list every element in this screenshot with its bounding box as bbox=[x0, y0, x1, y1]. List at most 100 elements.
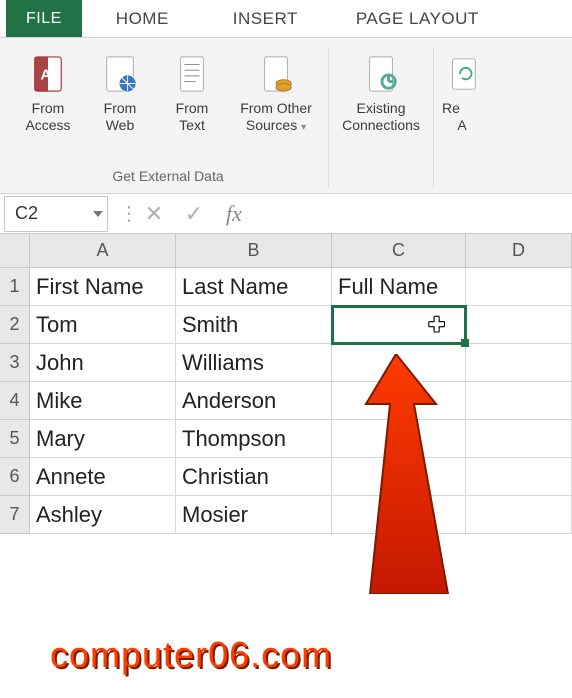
cell-b3[interactable]: Williams bbox=[176, 344, 332, 382]
column-header-a[interactable]: A bbox=[30, 234, 176, 268]
table-row: 1 First Name Last Name Full Name bbox=[0, 268, 572, 306]
table-row: 4 Mike Anderson bbox=[0, 382, 572, 420]
tab-file[interactable]: FILE bbox=[6, 0, 82, 37]
column-header-d[interactable]: D bbox=[466, 234, 572, 268]
table-row: 6 Annete Christian bbox=[0, 458, 572, 496]
existing-connections-icon bbox=[361, 52, 401, 96]
cell-d6[interactable] bbox=[466, 458, 572, 496]
dropdown-arrow-icon: ▾ bbox=[301, 122, 306, 133]
separator-icon: ⋮ bbox=[124, 201, 134, 226]
refresh-label2: A bbox=[457, 117, 466, 134]
table-row: 5 Mary Thompson bbox=[0, 420, 572, 458]
row-header-7[interactable]: 7 bbox=[0, 496, 30, 534]
watermark: computer06.com bbox=[50, 634, 332, 676]
from-access-label2: Access bbox=[25, 117, 70, 134]
chevron-down-icon[interactable] bbox=[93, 211, 103, 217]
rows-area: 1 First Name Last Name Full Name 2 Tom S… bbox=[0, 268, 572, 534]
table-row: 2 Tom Smith ✚ bbox=[0, 306, 572, 344]
refresh-all-button[interactable]: Re A bbox=[442, 48, 482, 134]
cell-a7[interactable]: Ashley bbox=[30, 496, 176, 534]
table-row: 3 John Williams bbox=[0, 344, 572, 382]
row-header-6[interactable]: 6 bbox=[0, 458, 30, 496]
from-web-button[interactable]: From Web bbox=[88, 48, 152, 166]
insert-function-button[interactable]: fx bbox=[214, 198, 254, 230]
cell-a3[interactable]: John bbox=[30, 344, 176, 382]
from-other-label2: Sources bbox=[246, 117, 297, 133]
column-header-b[interactable]: B bbox=[176, 234, 332, 268]
existing-conn-label2: Connections bbox=[342, 117, 420, 134]
cell-d4[interactable] bbox=[466, 382, 572, 420]
cell-a4[interactable]: Mike bbox=[30, 382, 176, 420]
fx-icon: fx bbox=[226, 201, 242, 227]
from-other-sources-button[interactable]: From Other Sources ▾ bbox=[232, 48, 320, 166]
row-header-2[interactable]: 2 bbox=[0, 306, 30, 344]
cell-b2[interactable]: Smith bbox=[176, 306, 332, 344]
row-header-3[interactable]: 3 bbox=[0, 344, 30, 382]
cell-c5[interactable] bbox=[332, 420, 466, 458]
tab-home[interactable]: HOME bbox=[98, 0, 187, 37]
select-all-corner[interactable] bbox=[0, 234, 30, 268]
from-text-label2: Text bbox=[179, 117, 205, 134]
from-other-label1: From Other bbox=[240, 100, 312, 117]
formula-bar-row: C2 ⋮ ✕ ✓ fx bbox=[0, 194, 572, 234]
existing-connections-button[interactable]: Existing Connections bbox=[337, 48, 425, 166]
from-web-label1: From bbox=[104, 100, 137, 117]
cell-a6[interactable]: Annete bbox=[30, 458, 176, 496]
ribbon-group-external-data: A From Access From Web From Text bbox=[8, 48, 329, 188]
other-sources-icon bbox=[256, 52, 296, 96]
from-web-label2: Web bbox=[106, 117, 135, 134]
accept-formula-icon[interactable]: ✓ bbox=[174, 198, 214, 230]
cell-b6[interactable]: Christian bbox=[176, 458, 332, 496]
cell-b7[interactable]: Mosier bbox=[176, 496, 332, 534]
cell-b4[interactable]: Anderson bbox=[176, 382, 332, 420]
ribbon-group-connections: Existing Connections bbox=[329, 48, 434, 188]
existing-conn-label1: Existing bbox=[356, 100, 405, 117]
from-access-button[interactable]: A From Access bbox=[16, 48, 80, 166]
cancel-formula-icon[interactable]: ✕ bbox=[134, 198, 174, 230]
cell-c2[interactable]: ✚ bbox=[332, 306, 466, 344]
cell-d3[interactable] bbox=[466, 344, 572, 382]
cell-c4[interactable] bbox=[332, 382, 466, 420]
tab-strip: FILE HOME INSERT PAGE LAYOUT bbox=[0, 0, 572, 38]
cell-b5[interactable]: Thompson bbox=[176, 420, 332, 458]
name-box[interactable]: C2 bbox=[4, 196, 108, 232]
cell-b1[interactable]: Last Name bbox=[176, 268, 332, 306]
column-headers: A B C D bbox=[0, 234, 572, 268]
tab-page-layout[interactable]: PAGE LAYOUT bbox=[338, 0, 497, 37]
from-text-button[interactable]: From Text bbox=[160, 48, 224, 166]
svg-text:A: A bbox=[40, 67, 51, 84]
ribbon-group-label-conn bbox=[379, 166, 383, 184]
cell-d2[interactable] bbox=[466, 306, 572, 344]
name-box-value: C2 bbox=[15, 203, 38, 224]
from-access-label1: From bbox=[32, 100, 65, 117]
cell-c7[interactable] bbox=[332, 496, 466, 534]
ribbon-group-label-external: Get External Data bbox=[112, 166, 223, 184]
table-row: 7 Ashley Mosier bbox=[0, 496, 572, 534]
row-header-4[interactable]: 4 bbox=[0, 382, 30, 420]
ribbon-group-partial: Re A bbox=[434, 48, 564, 134]
cell-a1[interactable]: First Name bbox=[30, 268, 176, 306]
cell-d7[interactable] bbox=[466, 496, 572, 534]
formula-bar-input[interactable] bbox=[254, 196, 572, 232]
cell-d1[interactable] bbox=[466, 268, 572, 306]
spreadsheet-grid[interactable]: A B C D 1 First Name Last Name Full Name… bbox=[0, 234, 572, 654]
ribbon: A From Access From Web From Text bbox=[0, 38, 572, 194]
refresh-label1: Re bbox=[442, 100, 460, 117]
cell-a2[interactable]: Tom bbox=[30, 306, 176, 344]
fill-handle[interactable] bbox=[461, 339, 469, 347]
cell-c6[interactable] bbox=[332, 458, 466, 496]
text-icon bbox=[172, 52, 212, 96]
row-header-5[interactable]: 5 bbox=[0, 420, 30, 458]
from-text-label1: From bbox=[176, 100, 209, 117]
web-icon bbox=[100, 52, 140, 96]
tab-insert[interactable]: INSERT bbox=[215, 0, 316, 37]
cell-a5[interactable]: Mary bbox=[30, 420, 176, 458]
refresh-icon bbox=[442, 52, 482, 96]
cursor-plus-icon: ✚ bbox=[428, 312, 445, 337]
access-icon: A bbox=[28, 52, 68, 96]
cell-c1[interactable]: Full Name bbox=[332, 268, 466, 306]
row-header-1[interactable]: 1 bbox=[0, 268, 30, 306]
column-header-c[interactable]: C bbox=[332, 234, 466, 268]
cell-d5[interactable] bbox=[466, 420, 572, 458]
cell-c3[interactable] bbox=[332, 344, 466, 382]
